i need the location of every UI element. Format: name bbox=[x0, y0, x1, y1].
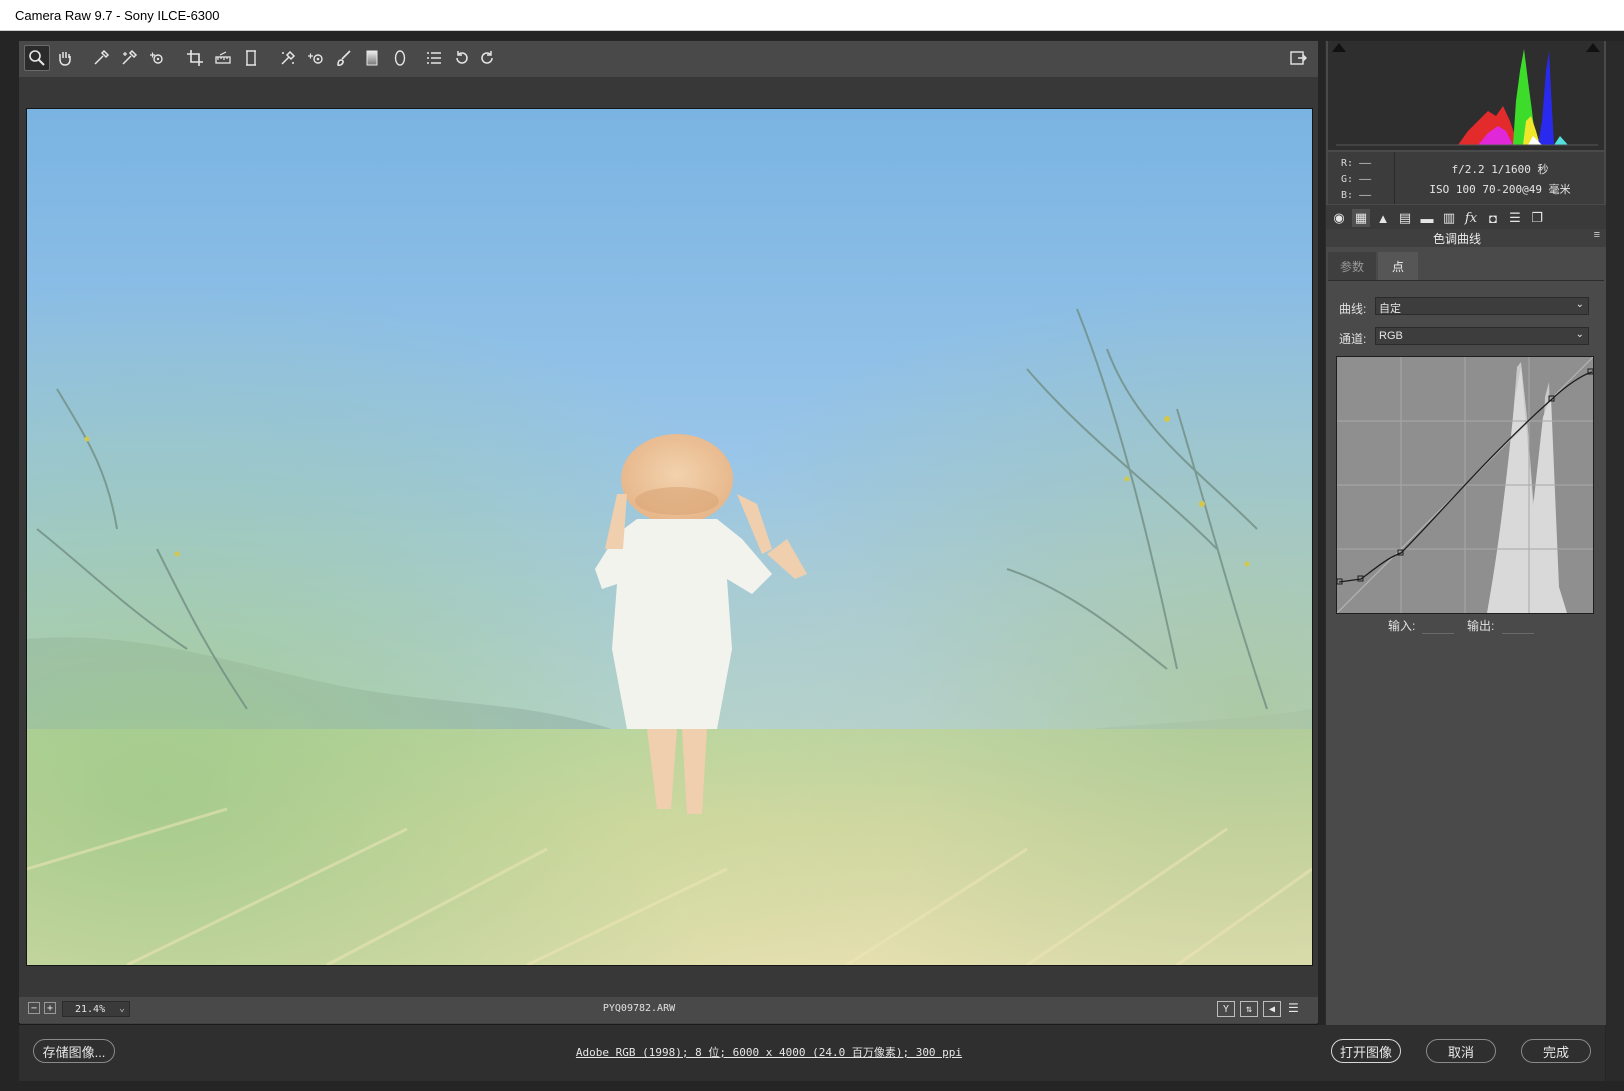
cancel-label: 取消 bbox=[1447, 1044, 1474, 1060]
tab-point[interactable]: 点 bbox=[1378, 252, 1418, 280]
copy-settings-icon[interactable]: ◀ bbox=[1263, 1001, 1281, 1017]
rotate-left-icon[interactable] bbox=[449, 45, 475, 71]
chevron-down-icon: ⌄ bbox=[1575, 299, 1584, 310]
exif-line2: ISO 100 70-200@49 毫米 bbox=[1429, 183, 1571, 196]
crop-icon[interactable] bbox=[182, 45, 208, 71]
open-image-label: 打开图像 bbox=[1339, 1044, 1392, 1060]
white-balance-icon[interactable] bbox=[88, 45, 114, 71]
tone-curve-icon[interactable]: ▦ bbox=[1352, 209, 1370, 227]
swap-settings-icon[interactable]: ⇅ bbox=[1240, 1001, 1258, 1017]
hand-icon[interactable] bbox=[52, 45, 78, 71]
highlight-clipping-icon[interactable] bbox=[1586, 43, 1600, 52]
status-bar: − + 21.4% ⌄ PYQ09782.ARW Y ⇅ ◀ ☰ bbox=[19, 997, 1318, 1023]
scrollbar[interactable] bbox=[1606, 41, 1624, 1081]
panel-menu-icon[interactable]: ≡ bbox=[1594, 229, 1600, 241]
curve-label: 曲线: bbox=[1339, 302, 1367, 316]
fullscreen-icon[interactable] bbox=[1285, 45, 1311, 71]
photo-preview[interactable] bbox=[26, 108, 1313, 966]
channel-value: RGB bbox=[1379, 330, 1403, 342]
split-toning-icon[interactable]: ▬ bbox=[1418, 209, 1436, 227]
channel-select[interactable]: RGB ⌄ bbox=[1375, 327, 1589, 345]
adjustment-brush-icon[interactable] bbox=[331, 45, 357, 71]
graduated-filter-icon[interactable] bbox=[359, 45, 385, 71]
straighten-icon[interactable] bbox=[210, 45, 236, 71]
basic-icon[interactable]: ◉ bbox=[1330, 209, 1348, 227]
radial-filter-icon[interactable] bbox=[387, 45, 413, 71]
r-label: R: bbox=[1341, 158, 1354, 169]
cancel-button[interactable]: 取消 bbox=[1426, 1039, 1496, 1063]
camera-calibration-icon[interactable]: ◘ bbox=[1484, 209, 1502, 227]
target-adjust-icon[interactable] bbox=[144, 45, 170, 71]
tab-divider bbox=[1328, 280, 1604, 281]
lens-icon[interactable]: ▥ bbox=[1440, 209, 1458, 227]
input-field[interactable] bbox=[1422, 633, 1454, 634]
shadow-clipping-icon[interactable] bbox=[1332, 43, 1346, 52]
channel-label: 通道: bbox=[1339, 332, 1367, 346]
g-value: —— bbox=[1359, 174, 1372, 185]
detail-icon[interactable]: ▲ bbox=[1374, 209, 1392, 227]
rotate-right-icon[interactable] bbox=[474, 45, 500, 71]
r-value: —— bbox=[1359, 158, 1372, 169]
tone-curve-graph[interactable] bbox=[1336, 356, 1594, 614]
toolbar bbox=[19, 41, 1318, 77]
output-field[interactable] bbox=[1502, 633, 1534, 634]
done-button[interactable]: 完成 bbox=[1521, 1039, 1591, 1063]
before-after-icon[interactable]: Y bbox=[1217, 1001, 1235, 1017]
done-label: 完成 bbox=[1542, 1044, 1569, 1060]
info-area: R: —— G: —— B: —— f/2.2 1/1600 秒 ISO 100… bbox=[1328, 152, 1604, 204]
curve-select[interactable]: 自定 ⌄ bbox=[1375, 297, 1589, 315]
workflow-options-link[interactable]: Adobe RGB (1998); 8 位; 6000 x 4000 (24.0… bbox=[19, 1044, 1519, 1060]
tone-curve-svg bbox=[1336, 356, 1594, 614]
output-label: 输出: bbox=[1467, 619, 1495, 633]
effects-icon[interactable]: fx bbox=[1462, 209, 1480, 227]
color-sampler-icon[interactable] bbox=[116, 45, 142, 71]
info-divider bbox=[1394, 152, 1395, 204]
zoom-icon[interactable] bbox=[24, 45, 50, 71]
tab-point-label: 点 bbox=[1391, 259, 1404, 274]
presets-icon[interactable]: ☰ bbox=[1506, 209, 1524, 227]
exif-line1: f/2.2 1/1600 秒 bbox=[1451, 163, 1549, 176]
histogram bbox=[1328, 41, 1604, 150]
b-value: —— bbox=[1359, 190, 1372, 201]
right-panel: R: —— G: —— B: —— f/2.2 1/1600 秒 ISO 100… bbox=[1325, 41, 1606, 1025]
g-label: G: bbox=[1341, 174, 1354, 185]
tab-parametric-label: 参数 bbox=[1339, 259, 1364, 274]
panel-title: 色调曲线 bbox=[1432, 232, 1481, 246]
bottom-bar: 存储图像... Adobe RGB (1998); 8 位; 6000 x 40… bbox=[19, 1025, 1605, 1081]
histogram-graph bbox=[1336, 49, 1598, 146]
input-label: 输入: bbox=[1388, 619, 1416, 633]
filename: PYQ09782.ARW bbox=[602, 1003, 676, 1014]
photo-image bbox=[27, 109, 1312, 965]
snapshots-icon[interactable]: ❐ bbox=[1528, 209, 1546, 227]
preferences-icon[interactable] bbox=[421, 45, 447, 71]
transform-icon[interactable] bbox=[238, 45, 264, 71]
spot-removal-icon[interactable] bbox=[275, 45, 301, 71]
red-eye-icon[interactable] bbox=[303, 45, 329, 71]
panel-title-bar: 色调曲线 ≡ bbox=[1326, 229, 1606, 247]
tab-parametric[interactable]: 参数 bbox=[1328, 252, 1376, 280]
window-title: Camera Raw 9.7 - Sony ILCE-6300 bbox=[0, 0, 1624, 31]
curve-value: 自定 bbox=[1379, 303, 1401, 315]
hsl-icon[interactable]: ▤ bbox=[1396, 209, 1414, 227]
b-label: B: bbox=[1341, 190, 1354, 201]
open-image-button[interactable]: 打开图像 bbox=[1331, 1039, 1401, 1063]
preview-settings-icon[interactable]: ☰ bbox=[1288, 1001, 1306, 1017]
chevron-down-icon: ⌄ bbox=[1575, 329, 1584, 340]
